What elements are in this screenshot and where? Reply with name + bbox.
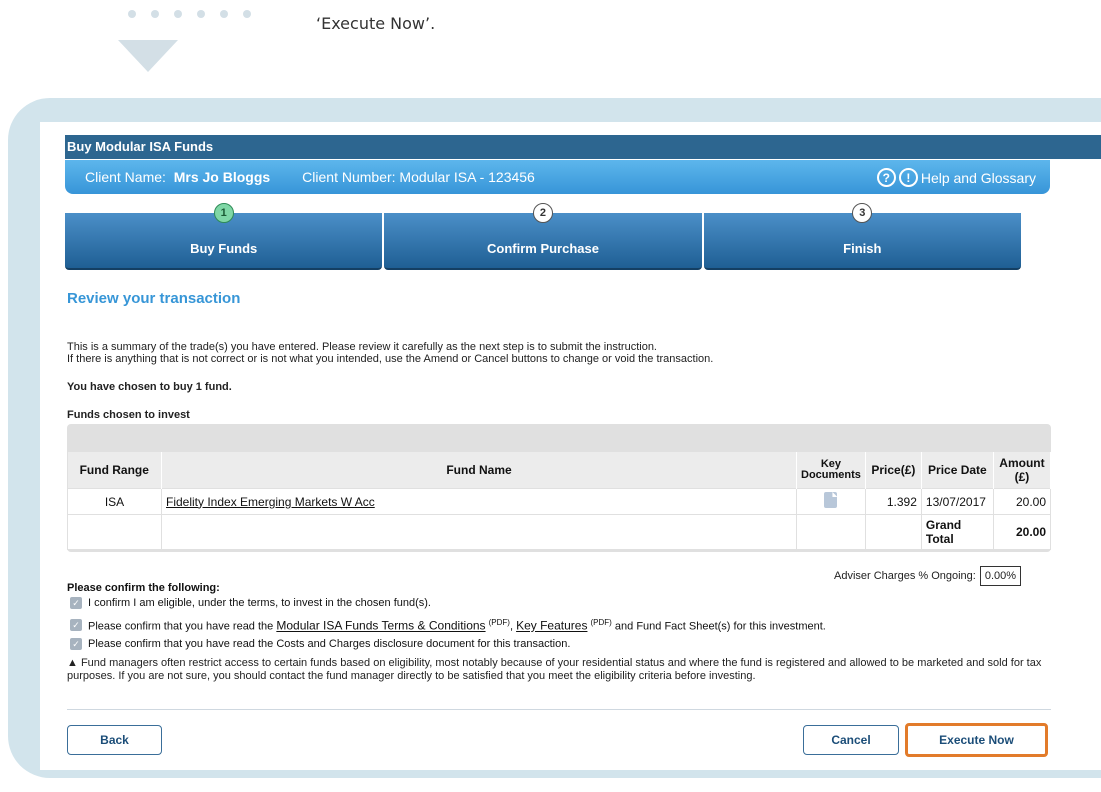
total-row: Grand Total 20.00: [67, 514, 1052, 550]
summary-line-2: If there is anything that is not correct…: [67, 353, 714, 365]
fund-name-link[interactable]: Fidelity Index Emerging Markets W Acc: [166, 495, 375, 509]
checkbox-checked-icon[interactable]: ✓: [70, 597, 82, 609]
step-confirm-purchase: 2 Confirm Purchase: [384, 203, 702, 270]
adviser-charges-value: 0.00%: [979, 566, 1022, 586]
key-features-link[interactable]: Key Features: [516, 619, 587, 633]
warning-text: ▲ Fund managers often restrict access to…: [67, 657, 1042, 682]
document-icon[interactable]: [824, 492, 838, 508]
arrow-down-icon: [118, 40, 178, 72]
confirm-heading: Please confirm the following:: [67, 582, 220, 594]
col-amount: Amount (£): [993, 452, 1052, 489]
checkbox-checked-icon[interactable]: ✓: [70, 638, 82, 650]
key-document-cell: [796, 488, 866, 515]
col-key-documents: Key Documents: [796, 452, 866, 489]
client-bar: Client Name: Mrs Jo Bloggs Client Number…: [65, 160, 1050, 194]
warning-icon: ▲: [67, 657, 78, 669]
terms-link[interactable]: Modular ISA Funds Terms & Conditions: [276, 619, 485, 633]
chosen-text: You have chosen to buy 1 fund.: [67, 381, 232, 393]
client-name: Client Name: Mrs Jo Bloggs: [85, 169, 271, 185]
review-heading: Review your transaction: [67, 290, 241, 307]
funds-heading: Funds chosen to invest: [67, 409, 190, 421]
step-number: 2: [532, 203, 553, 223]
funds-table-wrapper: Fund Range Fund Name Key Documents Price…: [67, 424, 1052, 552]
back-button[interactable]: Back: [67, 725, 162, 755]
summary-line-1: This is a summary of the trade(s) you ha…: [67, 341, 657, 353]
cancel-button[interactable]: Cancel: [803, 725, 899, 755]
adviser-charges: Adviser Charges % Ongoing: 0.00%: [834, 566, 1022, 586]
divider: [67, 709, 1051, 710]
client-number: Client Number: Modular ISA - 123456: [302, 169, 535, 185]
step-number: 1: [213, 203, 234, 223]
grand-total-label: Grand Total: [920, 514, 994, 550]
caption-text: ‘Execute Now’.: [316, 14, 436, 33]
amount-cell: 20.00: [992, 488, 1052, 515]
step-dots: [128, 10, 251, 18]
confirm-documents[interactable]: ✓ Please confirm that you have read the …: [70, 618, 826, 633]
progress-steps: 1 Buy Funds 2 Confirm Purchase 3 Finish: [65, 203, 1021, 270]
col-price-date: Price Date: [921, 452, 994, 489]
price-date-cell: 13/07/2017: [920, 488, 994, 515]
col-fund-range: Fund Range: [67, 452, 162, 489]
fund-range-cell: ISA: [67, 488, 162, 515]
confirm-costs[interactable]: ✓ Please confirm that you have read the …: [70, 638, 570, 650]
fund-name-cell: Fidelity Index Emerging Markets W Acc: [161, 488, 797, 515]
table-header-row: Fund Range Fund Name Key Documents Price…: [67, 452, 1052, 489]
price-cell: 1.392: [864, 488, 922, 515]
execute-now-button[interactable]: Execute Now: [905, 723, 1048, 757]
checkbox-checked-icon[interactable]: ✓: [70, 619, 82, 632]
info-icon: !: [898, 168, 918, 187]
question-icon: ?: [876, 168, 896, 187]
confirm-eligibility[interactable]: ✓ I confirm I am eligible, under the ter…: [70, 597, 431, 609]
page-title: Buy Modular ISA Funds: [65, 135, 1101, 159]
step-finish: 3 Finish: [703, 203, 1021, 270]
grand-total-value: 20.00: [992, 514, 1052, 550]
step-buy-funds: 1 Buy Funds: [65, 203, 383, 270]
table-row: ISA Fidelity Index Emerging Markets W Ac…: [67, 488, 1052, 515]
help-link[interactable]: ? ! Help and Glossary: [876, 168, 1036, 187]
col-fund-name: Fund Name: [161, 452, 797, 489]
col-price: Price(£): [865, 452, 922, 489]
funds-table: Fund Range Fund Name Key Documents Price…: [67, 452, 1052, 550]
step-number: 3: [852, 203, 873, 223]
